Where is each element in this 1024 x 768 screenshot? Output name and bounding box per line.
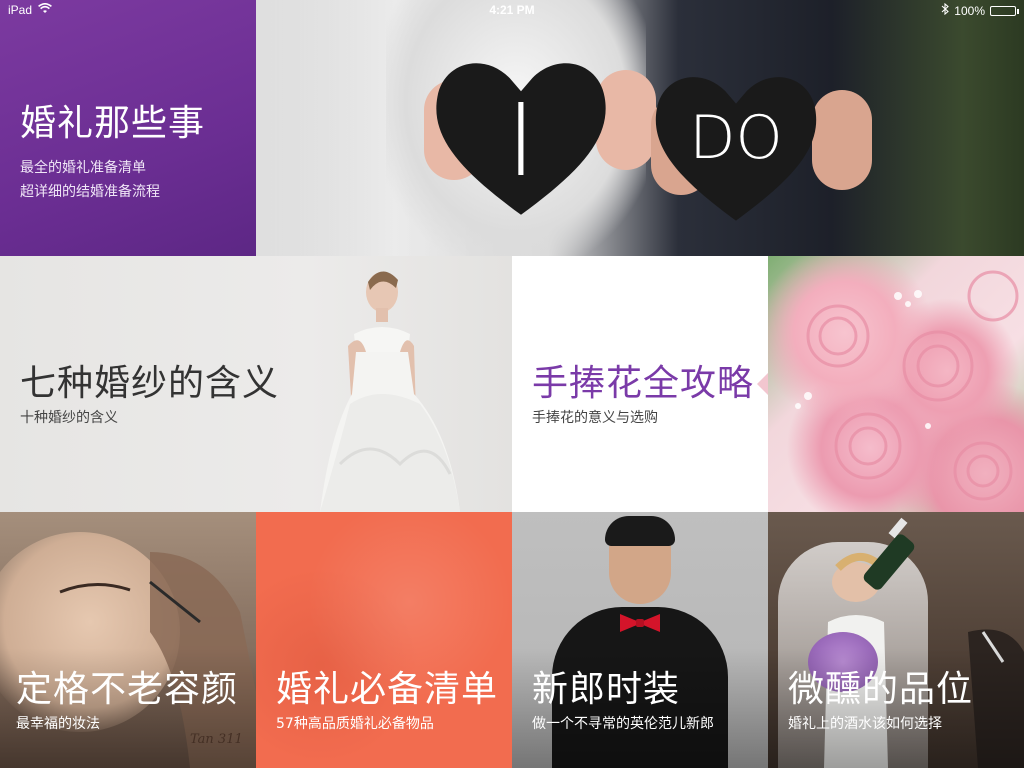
- tile-subtitle: 手捧花的意义与选购: [532, 410, 658, 426]
- tile-checklist[interactable]: 婚礼必备清单 57种高品质婚礼必备物品: [256, 512, 512, 768]
- battery-percent: 100%: [954, 3, 985, 18]
- tile-subtitle: 做一个不寻常的英伦范儿新郎: [532, 716, 714, 732]
- groom-hair: [605, 516, 675, 546]
- tile-subtitle: 最幸福的妆法: [16, 716, 100, 732]
- pink-carnations-image: [795, 270, 1019, 501]
- tile-subtitle-line1: 最全的婚礼准备清单: [20, 160, 146, 176]
- status-right: 100%: [941, 2, 1019, 18]
- tile-wine[interactable]: 微醺的品位 婚礼上的酒水该如何选择: [768, 512, 1024, 768]
- heart-right-text: DO: [689, 103, 783, 173]
- tile-bouquet-guide[interactable]: 手捧花全攻略 手捧花的意义与选购: [512, 256, 768, 512]
- battery-icon: [990, 5, 1019, 16]
- tile-subtitle: 十种婚纱的含义: [20, 410, 118, 426]
- tile-i-do-photo[interactable]: I DO: [256, 0, 1024, 256]
- tile-flowers-photo[interactable]: [768, 256, 1024, 512]
- tile-title: 微醺的品位: [788, 669, 974, 710]
- status-bar: iPad 4:21 PM 100%: [0, 0, 1024, 20]
- bluetooth-icon: [941, 2, 950, 18]
- tile-subtitle: 婚礼上的酒水该如何选择: [788, 716, 942, 732]
- tile-makeup[interactable]: 定格不老容颜 最幸福的妆法 Tan 311: [0, 512, 256, 768]
- pointer-arrow: [757, 372, 768, 396]
- tile-subtitle: 57种高品质婚礼必备物品: [276, 716, 434, 732]
- status-time: 4:21 PM: [489, 3, 535, 17]
- tile-title: 七种婚纱的含义: [20, 363, 280, 404]
- tile-subtitle-line2: 超详细的结婚准备流程: [20, 184, 160, 200]
- tile-title: 手捧花全攻略: [532, 363, 755, 404]
- heart-left-text: I: [506, 82, 536, 199]
- tile-title: 定格不老容颜: [16, 669, 239, 710]
- tile-groom-fashion[interactable]: 新郎时装 做一个不寻常的英伦范儿新郎: [512, 512, 768, 768]
- gown-model-image: [320, 271, 460, 512]
- heart-sign-right: DO: [641, 55, 831, 235]
- tile-wedding-things[interactable]: 婚礼那些事 最全的婚礼准备清单 超详细的结婚准备流程: [0, 0, 256, 256]
- tile-subtitle: 最全的婚礼准备清单 超详细的结婚准备流程: [20, 156, 160, 204]
- bowtie-icon: [620, 614, 660, 632]
- tile-title: 新郎时装: [532, 669, 681, 710]
- tile-title: 婚礼那些事: [20, 103, 206, 144]
- tile-wedding-dress[interactable]: 七种婚纱的含义 十种婚纱的含义: [0, 256, 512, 512]
- photographer-signature: Tan 311: [190, 732, 243, 747]
- tile-title: 婚礼必备清单: [276, 669, 499, 710]
- heart-sign-left: I: [426, 40, 616, 230]
